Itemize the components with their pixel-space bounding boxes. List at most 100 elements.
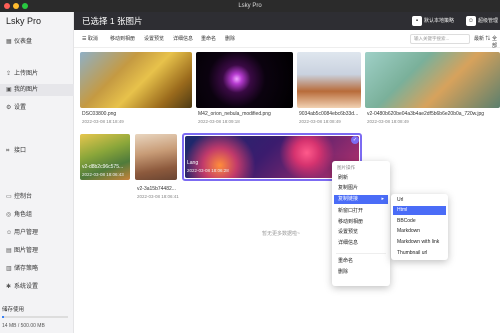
filter-select[interactable]: 全部 [492, 35, 500, 49]
context-divider [336, 253, 386, 254]
group-icon: ◎ [6, 212, 12, 218]
context-copy-link[interactable]: 复制链接 ▸ [334, 195, 388, 204]
copy-bbcode[interactable]: BBCode [393, 217, 446, 226]
image-date: 2022-03-08 18:06:41 [137, 194, 179, 199]
sidebar-item-upload[interactable]: ⇪ 上传图片 [0, 68, 74, 80]
image-name: v2-3a15b74482... [137, 186, 176, 192]
close-window-button[interactable] [4, 3, 10, 9]
toolbar: ☰ 取消 移动到相册 设置预览 详细信息 重命名 删除 输入关键字搜索... 最… [74, 30, 500, 49]
image-date: 2022-03-08 18:18:49 [82, 119, 124, 124]
top-header: 已选择 1 张图片 ▪ 默认本地策略 ☺ 超级管理 [74, 12, 500, 30]
sidebar: Lsky Pro ▦ 仪表盘 ⇪ 上传图片 ▣ 我的图片 ⚙ 设置 ⌗ 接口 ▭ 控制台 ◎… [0, 12, 74, 333]
minimize-window-button[interactable] [13, 3, 19, 9]
image-name: 9034ab5c0084ebc6b33d... [299, 111, 359, 117]
copy-markdown[interactable]: Markdown [393, 227, 446, 236]
sidebar-item-label: 角色组 [14, 212, 33, 218]
sidebar-item-console[interactable]: ▭ 控制台 [0, 191, 74, 203]
storage-progress-bar [2, 316, 68, 318]
sidebar-item-label: 储存策略 [14, 266, 39, 272]
window-title: Lsky Pro [238, 3, 262, 9]
api-icon: ⌗ [6, 148, 10, 154]
delete-button[interactable]: 删除 [225, 35, 235, 42]
image-thumbnail[interactable] [365, 52, 500, 108]
context-details[interactable]: 详细信息 [334, 239, 388, 248]
context-move-to-album[interactable]: 移动到相册 [334, 218, 388, 227]
move-to-album-button[interactable]: 移动到相册 [110, 35, 135, 42]
context-refresh[interactable]: 刷新 [334, 174, 388, 183]
context-rename[interactable]: 重命名 [334, 257, 388, 266]
sort-label: 最新 [474, 36, 485, 42]
set-preview-button[interactable]: 设置预览 [144, 35, 164, 42]
context-open-new-window[interactable]: 新窗口打开 [334, 207, 388, 216]
image-manage-icon: ▤ [6, 248, 12, 254]
dashboard-icon: ▦ [6, 39, 12, 45]
image-date: 2022-03-08 18:08:49 [367, 119, 409, 124]
context-set-preview[interactable]: 设置预览 [334, 228, 388, 237]
image-thumbnail[interactable] [297, 52, 361, 108]
sidebar-item-users[interactable]: ☺ 用户管理 [0, 227, 74, 239]
sidebar-item-api[interactable]: ⌗ 接口 [0, 145, 74, 157]
system-icon: ✱ [6, 284, 12, 290]
image-thumbnail[interactable] [196, 52, 293, 108]
brand-bar: Lsky Pro [0, 12, 74, 30]
brand-logo[interactable]: Lsky Pro [6, 16, 41, 26]
copy-link-label: 复制链接 [338, 196, 359, 202]
copy-url[interactable]: Url [393, 196, 446, 205]
image-date: 2022-03-08 18:08:49 [299, 119, 341, 124]
image-date: 2022-03-08 18:09:18 [198, 119, 240, 124]
details-button[interactable]: 详细信息 [173, 35, 193, 42]
sidebar-item-label: 设置 [14, 105, 27, 111]
sidebar-item-label: 上传图片 [14, 71, 39, 77]
selected-check-icon[interactable]: ✓ [351, 136, 359, 144]
images-icon: ▣ [6, 87, 12, 93]
sidebar-item-label: 接口 [14, 148, 27, 154]
image-name: v2-0480b620be04a3b4ae2df5b6b6e20b0a_720w… [367, 111, 485, 117]
no-more-data-text: 暂无更多数据啦~ [262, 231, 300, 237]
sidebar-item-storage[interactable]: ▥ 储存策略 [0, 263, 74, 275]
user-icon: ☺ [6, 230, 13, 236]
copy-html[interactable]: Html [393, 206, 446, 215]
rename-button[interactable]: 重命名 [201, 35, 216, 42]
sidebar-item-label: 图片管理 [14, 248, 39, 254]
title-bar: Lsky Pro [0, 0, 500, 12]
search-input[interactable]: 输入关键字搜索... [410, 34, 470, 44]
sidebar-item-image-manage[interactable]: ▤ 图片管理 [0, 245, 74, 257]
image-thumbnail[interactable] [80, 52, 192, 108]
strategy-icon: ▪ [412, 15, 422, 26]
storage-strategy-button[interactable]: ▪ 默认本地策略 [412, 15, 454, 27]
storage-usage-text: 14 MB / 500.00 MB [2, 323, 45, 329]
upload-icon: ⇪ [6, 71, 12, 77]
context-menu-header: 图片操作 [337, 165, 355, 170]
image-name: M42_orion_nebula_modified.png [198, 111, 271, 117]
chevron-right-icon: ▸ [381, 196, 384, 202]
image-name: v2-d8b2c96c575... [82, 164, 124, 170]
copy-thumbnail-url[interactable]: Thumbnail url [393, 249, 446, 258]
context-copy-image[interactable]: 复制图片 [334, 184, 388, 193]
strategy-label: 默认本地策略 [424, 18, 455, 24]
sort-select[interactable]: 最新 ⇅ [474, 35, 490, 42]
cancel-selection-button[interactable]: ☰ 取消 [82, 35, 98, 42]
sidebar-item-label: 系统设置 [14, 284, 39, 290]
app-window: Lsky Pro Lsky Pro ▦ 仪表盘 ⇪ 上传图片 ▣ 我的图片 ⚙ 设置 ⌗… [0, 0, 500, 333]
sidebar-item-settings[interactable]: ⚙ 设置 [0, 102, 74, 114]
image-date: 2022-03-08 18:06:28 [187, 168, 229, 173]
sidebar-item-label: 我的图片 [14, 87, 39, 93]
sidebar-item-roles[interactable]: ◎ 角色组 [0, 209, 74, 221]
context-menu: 图片操作 刷新 复制图片 复制链接 ▸ 新窗口打开 移动到相册 设置预览 详细信息… [332, 161, 390, 286]
storage-progress-fill [2, 316, 4, 318]
avatar: ☺ [466, 15, 476, 26]
sidebar-item-system[interactable]: ✱ 系统设置 [0, 281, 74, 293]
sidebar-item-dashboard[interactable]: ▦ 仪表盘 [0, 36, 74, 48]
image-date: 2022-03-08 18:06:43 [82, 172, 124, 177]
sidebar-item-label: 仪表盘 [14, 39, 33, 45]
storage-title: 储存使用 [2, 307, 25, 313]
user-label: 超级管理 [478, 18, 499, 24]
sidebar-item-label: 控制台 [14, 194, 33, 200]
sidebar-item-my-images[interactable]: ▣ 我的图片 [0, 84, 74, 96]
image-thumbnail[interactable] [135, 134, 177, 180]
user-menu-button[interactable]: ☺ 超级管理 [466, 15, 498, 27]
context-delete[interactable]: 删除 [334, 268, 388, 277]
zoom-window-button[interactable] [22, 3, 28, 9]
page-title: 已选择 1 张图片 [82, 16, 143, 26]
copy-markdown-with-link[interactable]: Markdown with link [393, 238, 446, 247]
